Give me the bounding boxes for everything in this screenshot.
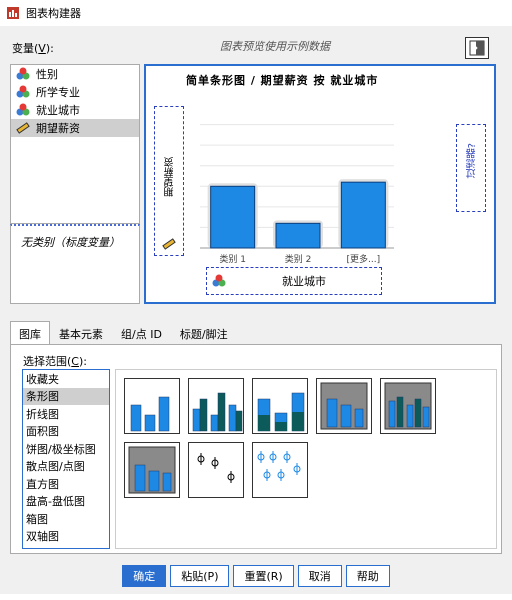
tab-bar: 图库 基本元素 组/点 ID 标题/脚注: [10, 321, 237, 345]
tab-2[interactable]: 组/点 ID: [112, 321, 171, 345]
no-category-label: 无类别（标度变量）: [10, 224, 140, 304]
stacked-bar-thumb[interactable]: [252, 378, 308, 434]
3d-bar-thumb[interactable]: [316, 378, 372, 434]
chart-title: 简单条形图 / 期望薪资 按 就业城市: [186, 74, 379, 87]
3d-stacked-bar-icon: [128, 446, 176, 494]
preview-note: 图表预览使用示例数据: [220, 40, 330, 53]
nominal-icon: [16, 103, 30, 116]
filter-label: 过滤器?: [467, 143, 478, 179]
chart-type-list[interactable]: 收藏夹 条形图 折线图 面积图 饼图/极坐标图 散点图/点图 直方图 盘高-盘低图 箱图 双轴图: [22, 369, 110, 549]
y-axis-drop-zone[interactable]: 期望薪资: [154, 106, 184, 256]
x-axis-drop-zone[interactable]: 就业城市: [206, 267, 382, 295]
chart-builder-window: 图表构建器 变量(V): 图表预览使用示例数据 性别 所学专业 就业城市 期望薪资 无…: [0, 0, 512, 600]
variable-item[interactable]: 所学专业: [11, 83, 139, 101]
category-label: 类别 2: [284, 255, 312, 265]
filter-drop-zone[interactable]: 过滤器?: [456, 124, 486, 212]
stacked-bar-icon: [257, 392, 305, 432]
chart-type-item[interactable]: 条形图: [23, 387, 109, 405]
ok-button[interactable]: 确定: [122, 565, 167, 587]
x-axis-variable: 就业城市: [282, 275, 326, 288]
nominal-icon: [16, 85, 30, 98]
app-icon: [7, 7, 19, 19]
window-title: 图表构建器: [26, 7, 81, 20]
bar-1: [275, 222, 321, 249]
button-row: 确定 粘贴(P) 重置(R) 取消 帮助: [0, 565, 512, 587]
chart-preview: [200, 124, 394, 249]
3d-clustered-bar-icon: [384, 382, 432, 430]
category-label: [更多...]: [346, 255, 381, 265]
scale-icon: [16, 122, 30, 134]
clustered-bar-icon: [192, 392, 243, 432]
clustered-error-bar-thumb[interactable]: [252, 442, 308, 498]
reset-button[interactable]: 重置(R): [233, 565, 294, 587]
variable-label: 性别: [36, 68, 58, 81]
variable-label: 期望薪资: [36, 122, 80, 135]
chart-type-item[interactable]: 箱图: [23, 510, 109, 528]
simple-bar-thumb[interactable]: [124, 378, 180, 434]
bar-0: [210, 185, 256, 249]
title-bar: 图表构建器: [0, 0, 512, 26]
chart-type-item[interactable]: 双轴图: [23, 528, 109, 546]
tab-3[interactable]: 标题/脚注: [171, 321, 237, 345]
bar-2: [340, 181, 386, 249]
tab-1[interactable]: 基本元素: [50, 321, 112, 345]
variable-list[interactable]: 性别所学专业就业城市期望薪资: [10, 64, 140, 224]
variables-label: 变量(V):: [12, 42, 54, 55]
3d-clustered-bar-thumb[interactable]: [380, 378, 436, 434]
nominal-icon: [212, 274, 226, 287]
window-bottom: [0, 594, 512, 600]
variable-item[interactable]: 期望薪资: [11, 119, 139, 137]
cancel-button[interactable]: 取消: [297, 565, 342, 587]
3d-stacked-bar-thumb[interactable]: [124, 442, 180, 498]
paste-button[interactable]: 粘贴(P): [170, 565, 230, 587]
clustered-error-bar-icon: [257, 451, 301, 481]
simple-bar-icon: [130, 396, 170, 432]
clustered-bar-thumb[interactable]: [188, 378, 244, 434]
tab-0[interactable]: 图库: [10, 321, 50, 345]
variable-item[interactable]: 就业城市: [11, 101, 139, 119]
variable-item[interactable]: 性别: [11, 65, 139, 83]
category-label: 类别 1: [219, 255, 246, 265]
chart-type-item[interactable]: 直方图: [23, 475, 109, 493]
3d-bar-icon: [320, 382, 368, 430]
y-axis-variable: 期望薪资: [165, 157, 176, 197]
help-button[interactable]: 帮助: [345, 565, 390, 587]
scale-icon: [162, 238, 176, 250]
gallery-panel: 选择范围(C): 收藏夹 条形图 折线图 面积图 饼图/极坐标图 散点图/点图 直方图 盘高-…: [10, 344, 502, 554]
chart-type-item[interactable]: 收藏夹: [23, 370, 109, 388]
chart-type-item[interactable]: 面积图: [23, 423, 109, 441]
error-bar-icon: [197, 453, 235, 483]
chart-canvas[interactable]: 简单条形图 / 期望薪资 按 就业城市 期望薪资 过滤器? 就业城市 类别 1 类…: [144, 64, 496, 304]
variable-label: 就业城市: [36, 104, 80, 117]
chart-gallery[interactable]: [115, 369, 497, 549]
chart-type-item[interactable]: 散点图/点图: [23, 458, 109, 476]
choose-from-label: 选择范围(C):: [23, 355, 87, 368]
element-properties-button[interactable]: [465, 37, 489, 59]
properties-icon: [469, 40, 485, 56]
chart-type-item[interactable]: 饼图/极坐标图: [23, 440, 109, 458]
error-bar-thumb[interactable]: [188, 442, 244, 498]
chart-type-item[interactable]: 折线图: [23, 405, 109, 423]
variable-label: 所学专业: [36, 86, 80, 99]
nominal-icon: [16, 67, 30, 80]
chart-type-item[interactable]: 盘高-盘低图: [23, 493, 109, 511]
